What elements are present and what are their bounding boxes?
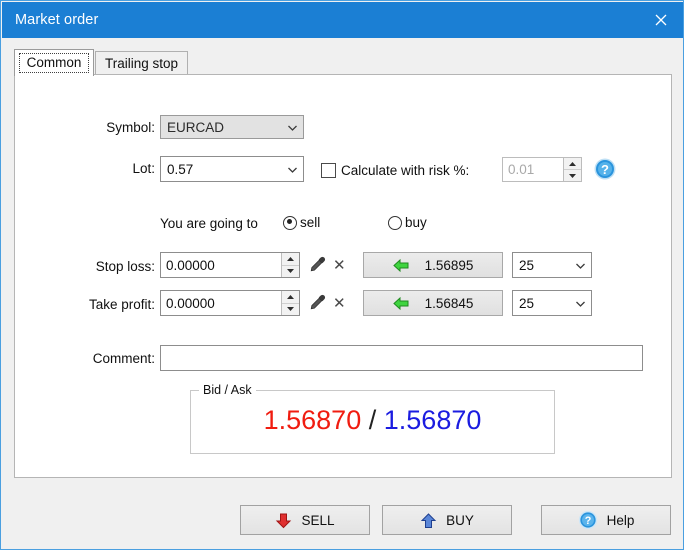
take-profit-input[interactable]: 0.00000 bbox=[160, 290, 300, 316]
arrow-down-red-icon bbox=[275, 512, 292, 529]
bid-ask-groupbox: Bid / Ask 1.56870 / 1.56870 bbox=[190, 390, 555, 454]
stop-loss-input[interactable]: 0.00000 bbox=[160, 252, 300, 278]
symbol-value: EURCAD bbox=[161, 120, 281, 135]
help-button[interactable]: ? Help bbox=[541, 505, 671, 535]
market-order-dialog: Market order Common Trailing stop Symbol… bbox=[0, 0, 684, 550]
stop-loss-price-button[interactable]: 1.56895 bbox=[363, 252, 503, 278]
tab-panel-common: Symbol: EURCAD Lot: 0.57 Calculate with … bbox=[14, 74, 672, 478]
stop-loss-price-value: 1.56895 bbox=[425, 258, 474, 273]
buy-button-label: BUY bbox=[446, 513, 474, 528]
chevron-down-icon bbox=[281, 121, 303, 134]
help-button-label: Help bbox=[607, 513, 635, 528]
stop-loss-stepper-up[interactable] bbox=[282, 253, 299, 266]
tab-trailing-stop-label: Trailing stop bbox=[105, 56, 178, 71]
symbol-label: Symbol: bbox=[40, 120, 155, 135]
radio-sell[interactable]: sell bbox=[283, 215, 320, 230]
svg-text:?: ? bbox=[601, 162, 609, 177]
take-profit-price-button[interactable]: 1.56845 bbox=[363, 290, 503, 316]
stop-loss-pipette-icon[interactable] bbox=[308, 255, 327, 274]
direction-label: You are going to bbox=[160, 216, 258, 231]
take-profit-pipette-icon[interactable] bbox=[308, 293, 327, 312]
tab-common-label: Common bbox=[19, 53, 90, 73]
lot-label: Lot: bbox=[40, 161, 155, 176]
risk-percent-value: 0.01 bbox=[503, 162, 563, 177]
arrow-left-green-icon bbox=[393, 258, 409, 273]
take-profit-stepper[interactable] bbox=[281, 291, 299, 315]
radio-buy-label: buy bbox=[405, 215, 427, 230]
lot-combo[interactable]: 0.57 bbox=[160, 156, 304, 182]
stop-loss-points-value: 25 bbox=[513, 258, 569, 273]
calculate-with-risk-checkbox[interactable] bbox=[321, 163, 336, 178]
lot-value: 0.57 bbox=[161, 162, 281, 177]
stop-loss-stepper[interactable] bbox=[281, 253, 299, 277]
risk-percent-input[interactable]: 0.01 bbox=[502, 157, 582, 182]
chevron-down-icon bbox=[281, 163, 303, 176]
arrow-left-green-icon bbox=[393, 296, 409, 311]
take-profit-points-value: 25 bbox=[513, 296, 569, 311]
calculate-with-risk-label: Calculate with risk %: bbox=[341, 163, 469, 178]
take-profit-stepper-down[interactable] bbox=[282, 304, 299, 316]
symbol-combo[interactable]: EURCAD bbox=[160, 115, 304, 139]
stop-loss-label: Stop loss: bbox=[30, 259, 155, 274]
buy-button[interactable]: BUY bbox=[382, 505, 512, 535]
radio-sell-indicator bbox=[283, 216, 297, 230]
arrow-up-blue-icon bbox=[420, 512, 437, 529]
take-profit-price-value: 1.56845 bbox=[425, 296, 474, 311]
chevron-down-icon bbox=[569, 297, 591, 310]
take-profit-points-combo[interactable]: 25 bbox=[512, 290, 592, 316]
comment-input[interactable] bbox=[160, 345, 643, 371]
svg-text:?: ? bbox=[584, 515, 591, 527]
title-bar: Market order bbox=[2, 2, 684, 38]
tab-common[interactable]: Common bbox=[14, 49, 94, 76]
close-icon bbox=[653, 12, 669, 28]
take-profit-stepper-up[interactable] bbox=[282, 291, 299, 304]
help-circle-icon: ? bbox=[578, 510, 598, 530]
bid-ask-separator: / bbox=[369, 405, 377, 435]
tab-trailing-stop[interactable]: Trailing stop bbox=[95, 51, 188, 74]
window-title: Market order bbox=[15, 12, 98, 28]
close-button[interactable] bbox=[638, 2, 684, 38]
radio-buy[interactable]: buy bbox=[388, 215, 427, 230]
stop-loss-stepper-down[interactable] bbox=[282, 266, 299, 278]
risk-help-icon[interactable]: ? bbox=[593, 157, 617, 181]
bid-value: 1.56870 bbox=[264, 405, 362, 435]
stop-loss-clear-icon[interactable]: ✕ bbox=[333, 256, 346, 274]
tab-strip: Common Trailing stop bbox=[14, 49, 672, 75]
comment-label: Comment: bbox=[30, 351, 155, 366]
take-profit-label: Take profit: bbox=[30, 297, 155, 312]
risk-percent-stepper[interactable] bbox=[563, 158, 581, 181]
chevron-down-icon bbox=[569, 259, 591, 272]
bid-ask-values: 1.56870 / 1.56870 bbox=[191, 405, 554, 436]
stop-loss-points-combo[interactable]: 25 bbox=[512, 252, 592, 278]
radio-sell-label: sell bbox=[300, 215, 320, 230]
risk-stepper-up[interactable] bbox=[564, 158, 581, 170]
risk-stepper-down[interactable] bbox=[564, 170, 581, 181]
radio-buy-indicator bbox=[388, 216, 402, 230]
ask-value: 1.56870 bbox=[384, 405, 482, 435]
take-profit-clear-icon[interactable]: ✕ bbox=[333, 294, 346, 312]
stop-loss-value: 0.00000 bbox=[161, 258, 281, 273]
bid-ask-group-title: Bid / Ask bbox=[199, 383, 256, 397]
sell-button[interactable]: SELL bbox=[240, 505, 370, 535]
take-profit-value: 0.00000 bbox=[161, 296, 281, 311]
sell-button-label: SELL bbox=[301, 513, 334, 528]
